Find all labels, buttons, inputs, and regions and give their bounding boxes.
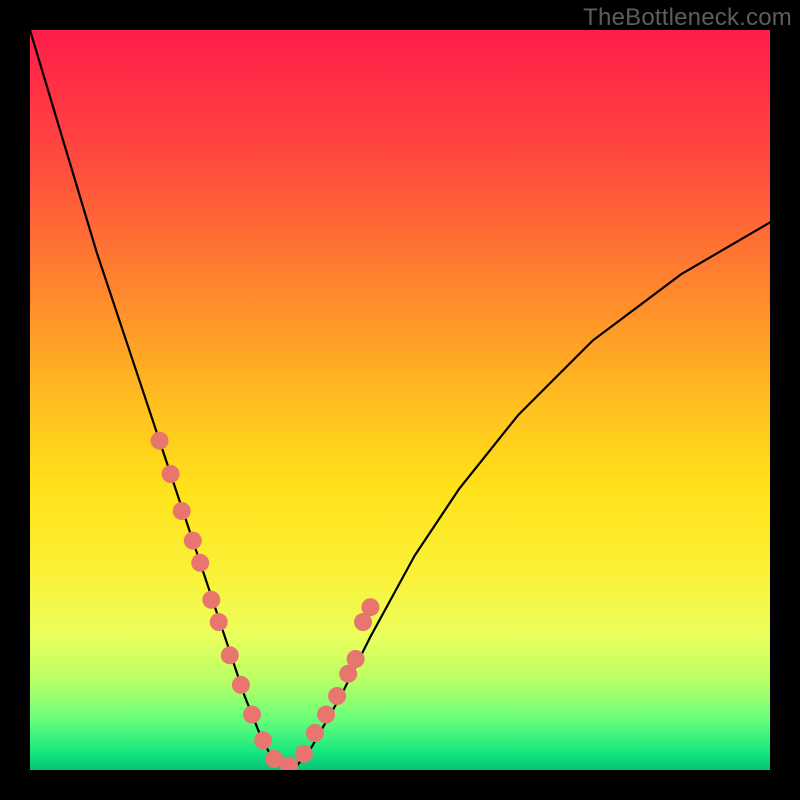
highlight-dot [243, 706, 261, 724]
watermark-text: TheBottleneck.com [583, 4, 792, 32]
highlight-dot [347, 650, 365, 668]
highlight-dot [221, 646, 239, 664]
highlight-dot [254, 731, 272, 749]
plot-area [30, 30, 770, 770]
highlight-dot [306, 724, 324, 742]
highlight-dot [151, 432, 169, 450]
highlight-dots [151, 432, 380, 770]
highlight-dot [173, 502, 191, 520]
highlight-dot [295, 745, 313, 763]
highlight-dot [191, 554, 209, 572]
highlight-dot [361, 598, 379, 616]
highlight-dot [184, 532, 202, 550]
highlight-dot [317, 706, 335, 724]
chart-frame: TheBottleneck.com [0, 0, 800, 800]
highlight-dot [328, 687, 346, 705]
highlight-dot [232, 676, 250, 694]
curve-layer [30, 30, 770, 770]
highlight-dot [210, 613, 228, 631]
highlight-dot [162, 465, 180, 483]
bottleneck-curve [30, 30, 770, 766]
highlight-dot [202, 591, 220, 609]
